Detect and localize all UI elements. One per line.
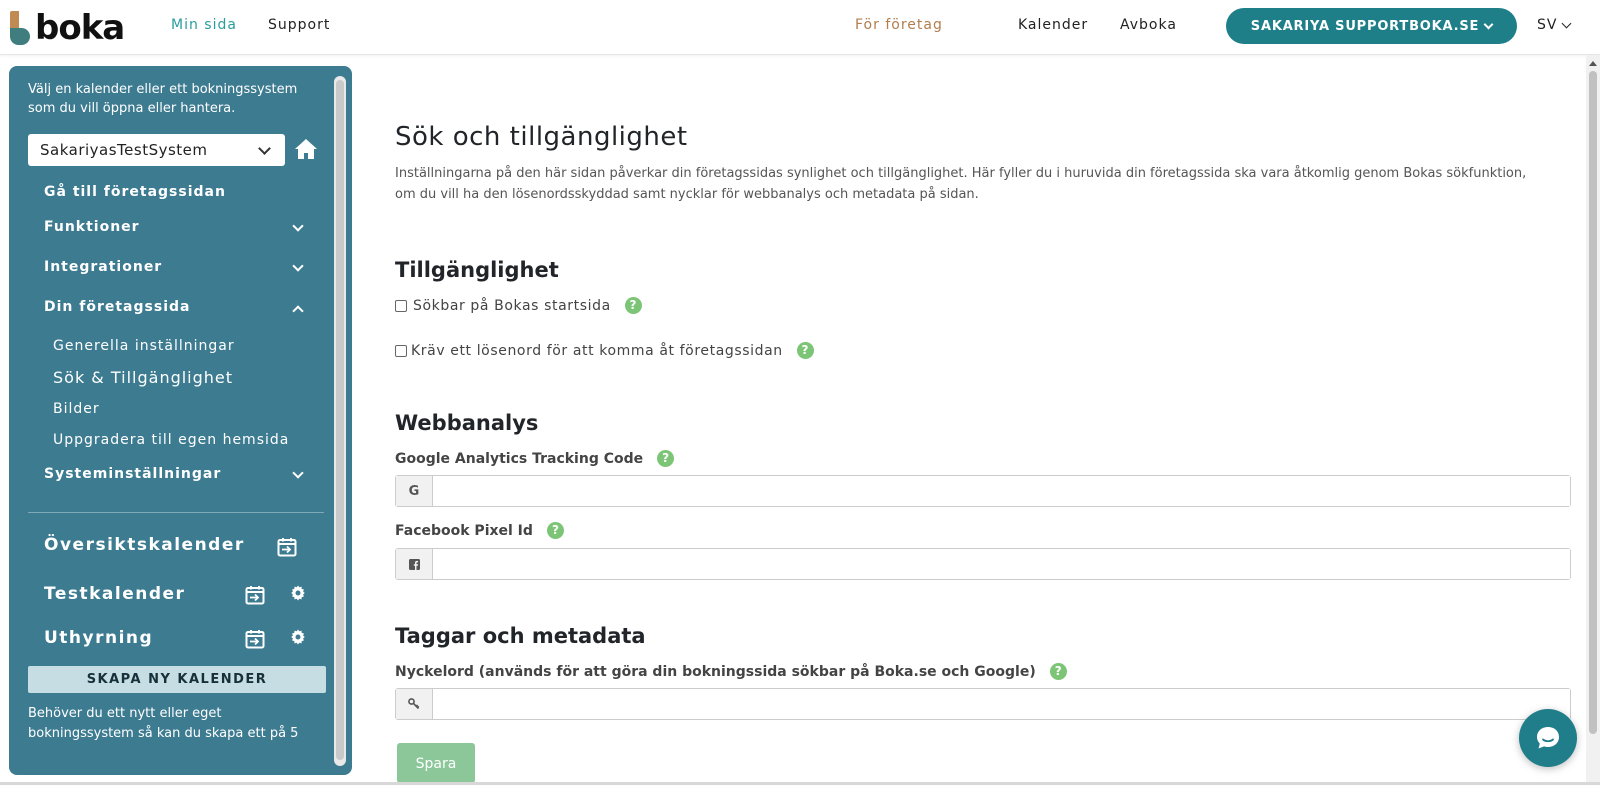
question-circle-icon[interactable]: ?	[657, 450, 675, 467]
sidebar-item-functions[interactable]: Funktioner	[44, 219, 304, 235]
boka-logo-mark	[10, 11, 32, 45]
sidebar-item-label: Funktioner	[44, 219, 140, 235]
sidebar-item-label: Systeminställningar	[44, 466, 222, 482]
facebook-square-icon	[408, 558, 420, 570]
password-checkbox-row[interactable]: Kräv ett lösenord för att komma åt föret…	[395, 342, 814, 359]
page-scrollbar-thumb[interactable]	[1589, 71, 1597, 734]
section-heading-accessibility: Tillgänglighet	[395, 258, 559, 282]
gear-icon[interactable]	[290, 585, 306, 601]
facebook-pixel-input[interactable]	[433, 549, 1570, 579]
user-menu-label: SAKARIYA SUPPORTBOKA.SE	[1250, 18, 1480, 34]
main-content: Sök och tillgänglighet Inställningarna p…	[395, 60, 1575, 785]
page-description: Inställningarna på den här sidan påverka…	[395, 166, 1527, 202]
chevron-down-icon	[292, 260, 304, 272]
chat-bubble-icon	[1537, 727, 1559, 749]
save-button[interactable]: Spara	[397, 743, 475, 783]
calendar-arrow-icon[interactable]	[245, 585, 265, 605]
nav-cancel-booking[interactable]: Avboka	[1120, 17, 1177, 33]
top-navigation-bar: boka Min sida Support För företag Kalend…	[0, 0, 1600, 55]
boka-logo-text: boka	[35, 8, 125, 48]
calendar-arrow-icon[interactable]	[277, 537, 297, 557]
system-select-value: SakariyasTestSystem	[40, 141, 208, 159]
sidebar-scrollbar-thumb[interactable]	[336, 80, 344, 760]
nav-my-page[interactable]: Min sida	[171, 17, 237, 33]
user-menu-button[interactable]: SAKARIYA SUPPORTBOKA.SE	[1226, 8, 1517, 44]
sidebar-item-go-to-company-page[interactable]: Gå till företagssidan	[44, 184, 226, 200]
searchable-checkbox-label[interactable]: Sökbar på Bokas startsida	[413, 298, 611, 314]
fb-field-label: Facebook Pixel Id ?	[395, 522, 564, 539]
nav-calendar[interactable]: Kalender	[1018, 17, 1088, 33]
chevron-down-icon	[292, 467, 304, 479]
password-checkbox[interactable]	[395, 344, 407, 357]
sidebar-item-label: Din företagssida	[44, 299, 191, 315]
question-circle-icon[interactable]: ?	[624, 297, 642, 314]
sidebar-item-system-settings[interactable]: Systeminställningar	[44, 466, 304, 482]
nav-for-business[interactable]: För företag	[855, 17, 943, 33]
chat-button[interactable]	[1519, 709, 1577, 767]
searchable-checkbox[interactable]	[395, 299, 407, 312]
page-title: Sök och tillgänglighet	[395, 122, 688, 152]
scroll-up-arrow-icon[interactable]	[1589, 61, 1597, 66]
sidebar-intro-text: Välj en kalender eller ett bokningssyste…	[28, 82, 298, 116]
key-icon-addon	[396, 689, 433, 719]
keywords-input[interactable]	[433, 689, 1570, 719]
key-icon	[408, 698, 420, 710]
language-selector[interactable]: SV	[1537, 17, 1572, 33]
question-circle-icon[interactable]: ?	[796, 342, 814, 359]
calendar-overview[interactable]: Översiktskalender	[44, 535, 245, 555]
sidebar-subitem-search-accessibility[interactable]: Sök & Tillgänglighet	[53, 368, 233, 387]
sidebar-footer-text: Behöver du ett nytt eller eget bokningss…	[28, 706, 299, 741]
chevron-down-icon	[1483, 19, 1494, 29]
sidebar-item-integrations[interactable]: Integrationer	[44, 259, 304, 275]
keywords-label-text: Nyckelord (används för att göra din bokn…	[395, 663, 1036, 680]
sidebar-subitem-images[interactable]: Bilder	[53, 401, 100, 417]
home-icon[interactable]	[294, 138, 318, 160]
searchable-checkbox-row[interactable]: Sökbar på Bokas startsida ?	[395, 297, 642, 314]
password-checkbox-label[interactable]: Kräv ett lösenord för att komma åt föret…	[411, 343, 783, 359]
system-select[interactable]: SakariyasTestSystem	[28, 134, 285, 166]
page-scrollbar[interactable]	[1586, 55, 1600, 785]
section-heading-web-analytics: Webbanalys	[395, 411, 539, 435]
calendar-test[interactable]: Testkalender	[44, 584, 185, 604]
sidebar-item-label: Integrationer	[44, 259, 163, 275]
nav-support[interactable]: Support	[268, 17, 330, 33]
chevron-up-icon	[292, 305, 304, 317]
language-label: SV	[1537, 17, 1558, 33]
section-heading-tags-metadata: Taggar och metadata	[395, 624, 646, 648]
chevron-down-icon	[258, 142, 271, 155]
sidebar-subitem-general-settings[interactable]: Generella inställningar	[53, 338, 235, 354]
ga-tracking-code-input[interactable]	[433, 476, 1570, 506]
sidebar-subitem-upgrade[interactable]: Uppgradera till egen hemsida	[53, 432, 289, 448]
fb-label-text: Facebook Pixel Id	[395, 522, 533, 539]
calendar-arrow-icon[interactable]	[245, 629, 265, 649]
sidebar: Välj en kalender eller ett bokningssyste…	[9, 66, 352, 775]
ga-input-group: G	[395, 475, 1571, 507]
google-icon: G	[396, 476, 433, 506]
chevron-down-icon	[292, 220, 304, 232]
fb-input-group	[395, 548, 1571, 580]
keywords-input-group	[395, 688, 1571, 720]
question-circle-icon[interactable]: ?	[1049, 663, 1067, 680]
keywords-field-label: Nyckelord (används för att göra din bokn…	[395, 663, 1067, 680]
boka-logo[interactable]: boka	[10, 8, 125, 48]
chevron-down-icon	[1562, 18, 1572, 28]
calendar-rental[interactable]: Uthyrning	[44, 628, 153, 648]
facebook-icon	[396, 549, 433, 579]
gear-icon[interactable]	[290, 629, 306, 645]
ga-label-text: Google Analytics Tracking Code	[395, 450, 644, 467]
sidebar-item-company-page[interactable]: Din företagssida	[44, 299, 304, 317]
create-new-calendar-button[interactable]: SKAPA NY KALENDER	[28, 666, 326, 693]
sidebar-scrollbar[interactable]	[334, 76, 346, 766]
sidebar-divider	[28, 512, 324, 513]
question-circle-icon[interactable]: ?	[546, 522, 564, 539]
ga-field-label: Google Analytics Tracking Code ?	[395, 450, 675, 467]
